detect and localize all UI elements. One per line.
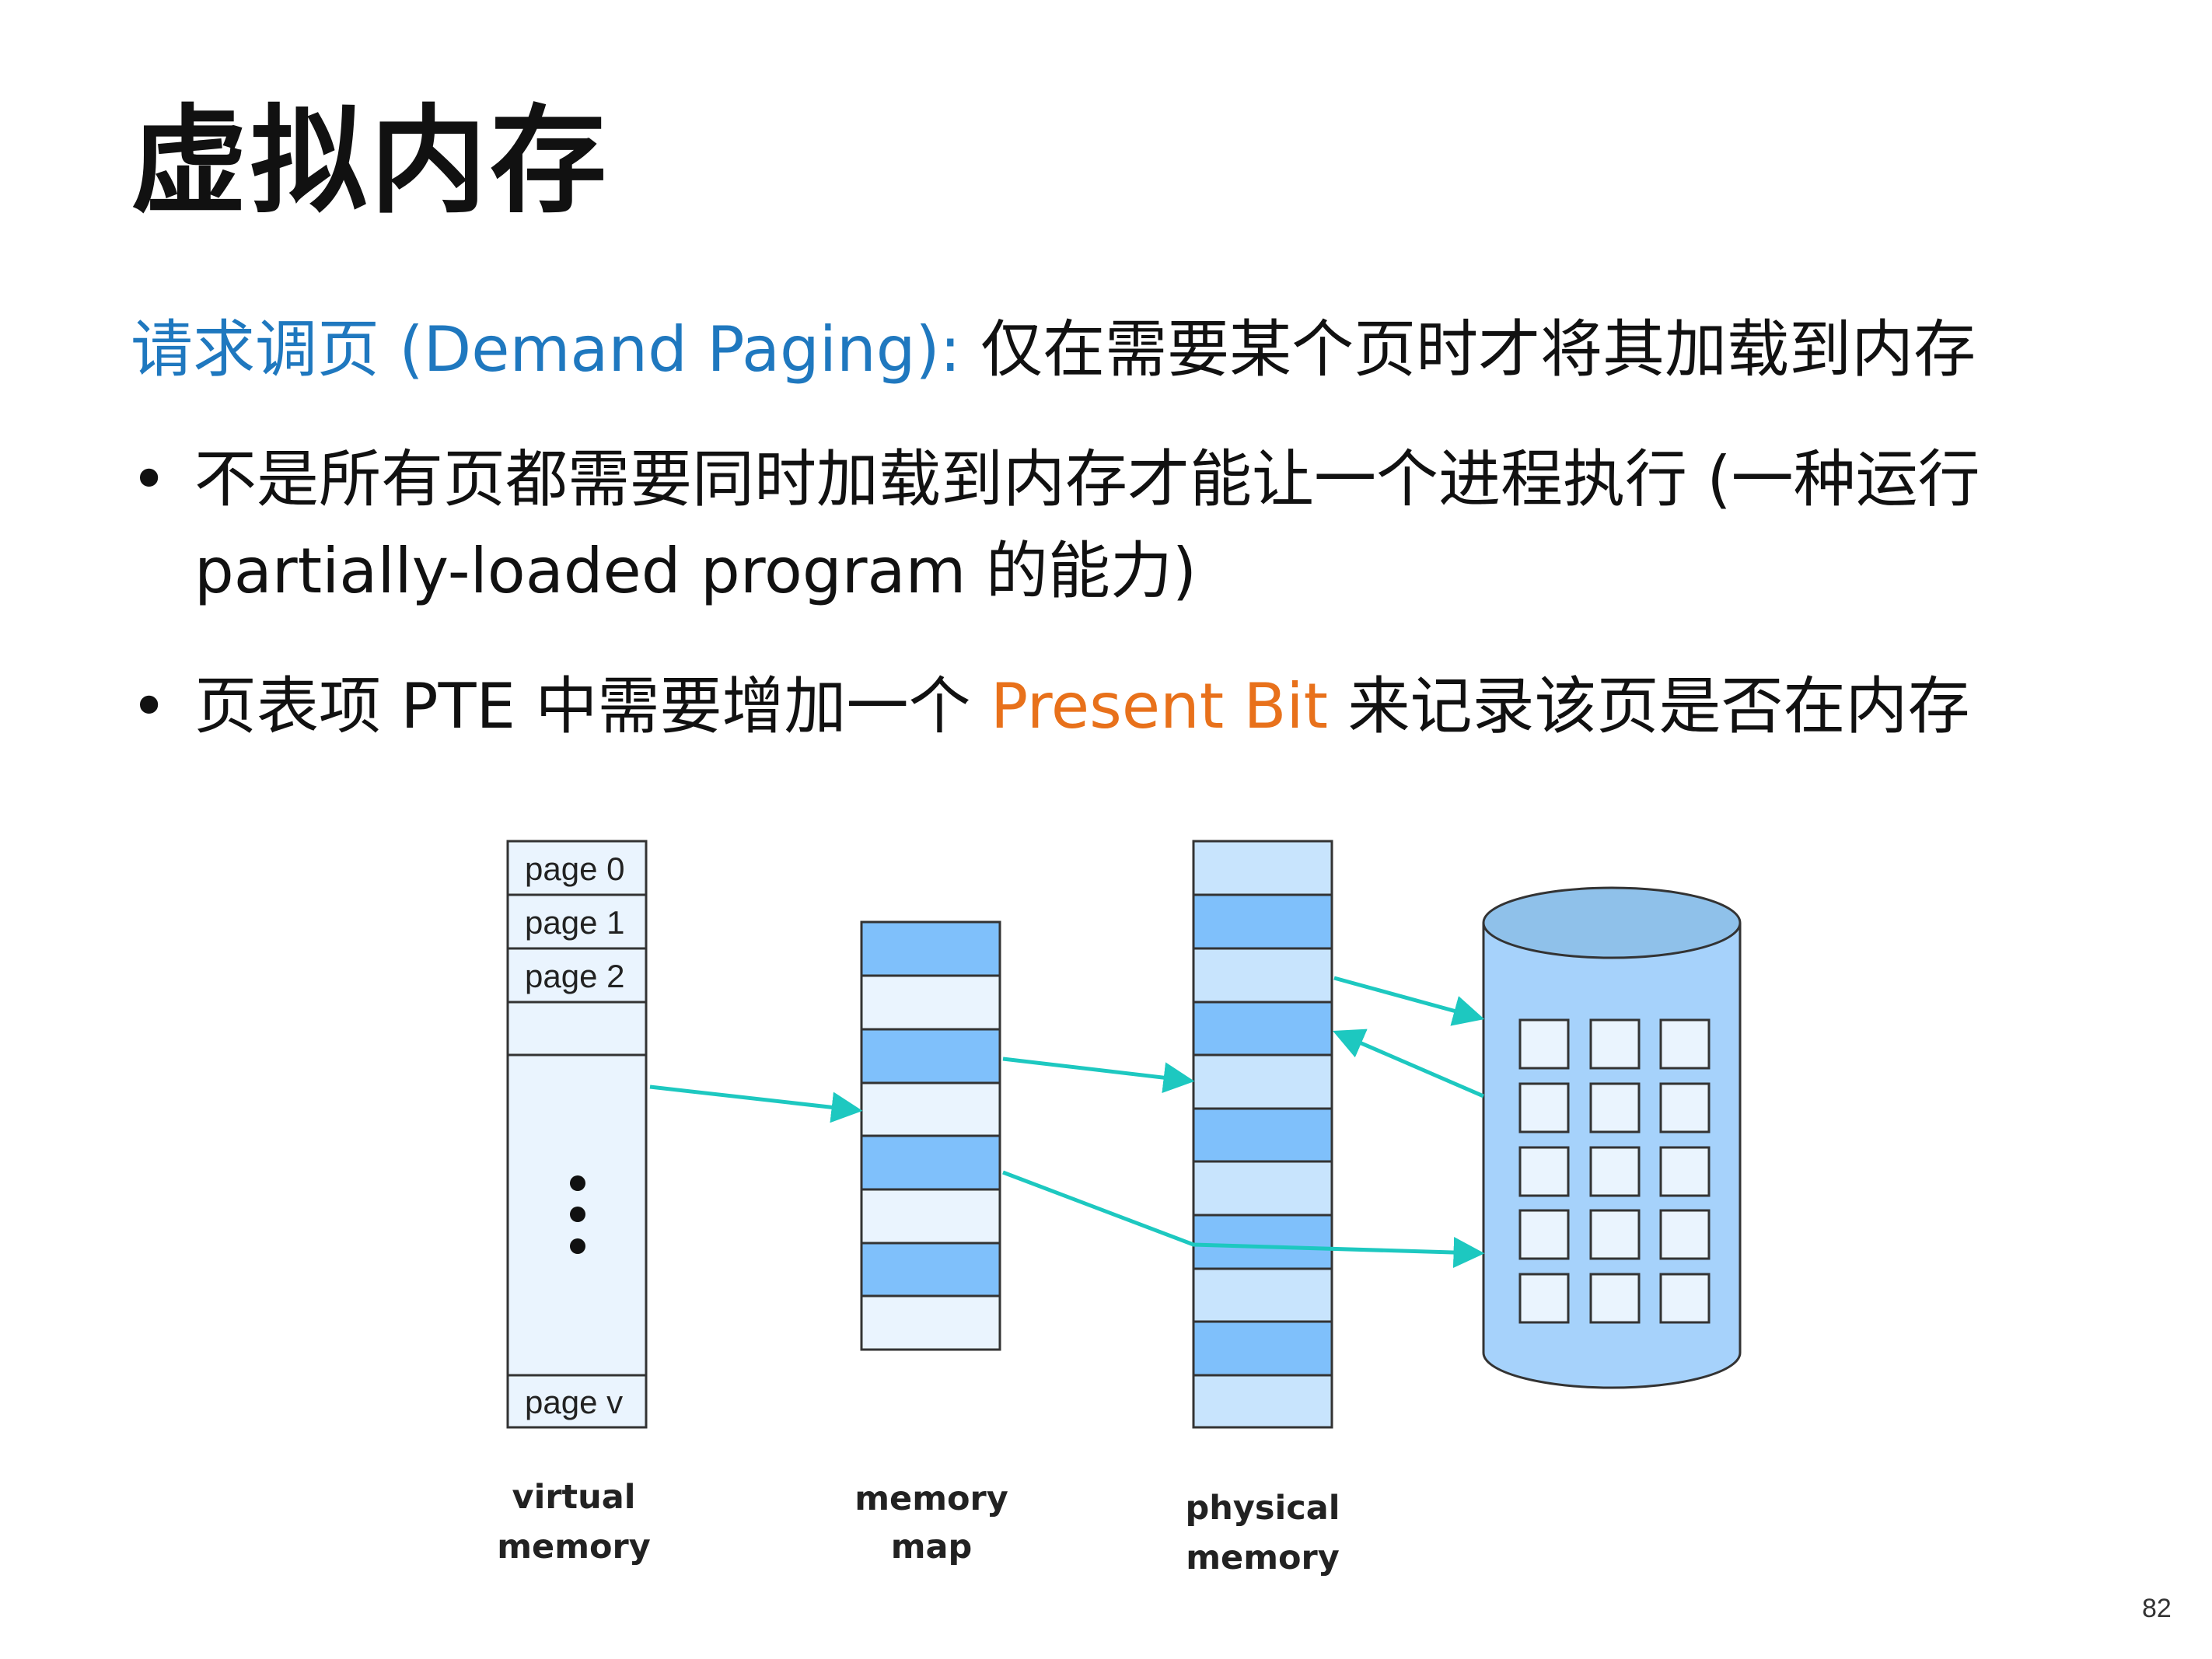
virtual-page-label: page 1 (525, 904, 624, 941)
virtual-page-cell (506, 1001, 648, 1057)
physical-frame (1192, 1001, 1333, 1057)
physical-frame (1192, 840, 1333, 896)
physical-frame (1192, 1160, 1333, 1217)
physical-frame (1192, 1214, 1333, 1270)
physical-frame (1192, 947, 1333, 1004)
memory-map-column (860, 920, 1001, 1351)
memory-map-cell (860, 1188, 1001, 1245)
physical-frame (1192, 1053, 1333, 1110)
memory-map-caption: map (891, 1528, 973, 1566)
physical-frame (1192, 1320, 1333, 1377)
virtual-memory-caption: virtual (512, 1478, 636, 1517)
paging-diagram: page 0 page 1 page 2 page v virtual memo… (435, 797, 1788, 1636)
memory-map-caption: memory (854, 1479, 1008, 1518)
virtual-page-label: page 2 (525, 958, 624, 994)
memory-map-cell (860, 1028, 1001, 1084)
memory-map-cell (860, 920, 1001, 977)
memory-map-cell (860, 1242, 1001, 1298)
virtual-page-label: page 0 (525, 850, 624, 887)
disk-blocks (1518, 1018, 1711, 1324)
physical-frame (1192, 1107, 1333, 1163)
virtual-memory-caption: memory (497, 1528, 651, 1566)
physical-memory-caption: memory (1186, 1539, 1340, 1577)
virtual-page-label: page v (525, 1384, 623, 1420)
physical-memory-caption: physical (1185, 1489, 1340, 1528)
physical-frame (1192, 893, 1333, 950)
memory-map-cell (860, 1294, 1001, 1351)
physical-frame (1192, 1374, 1333, 1429)
memory-map-cell (860, 1081, 1001, 1137)
memory-map-cell (860, 1134, 1001, 1191)
page-number: 82 (2142, 1594, 2172, 1623)
physical-memory-column (1192, 840, 1333, 1429)
memory-map-cell (860, 974, 1001, 1031)
ellipsis-dots (570, 1175, 585, 1254)
physical-frame (1192, 1267, 1333, 1323)
